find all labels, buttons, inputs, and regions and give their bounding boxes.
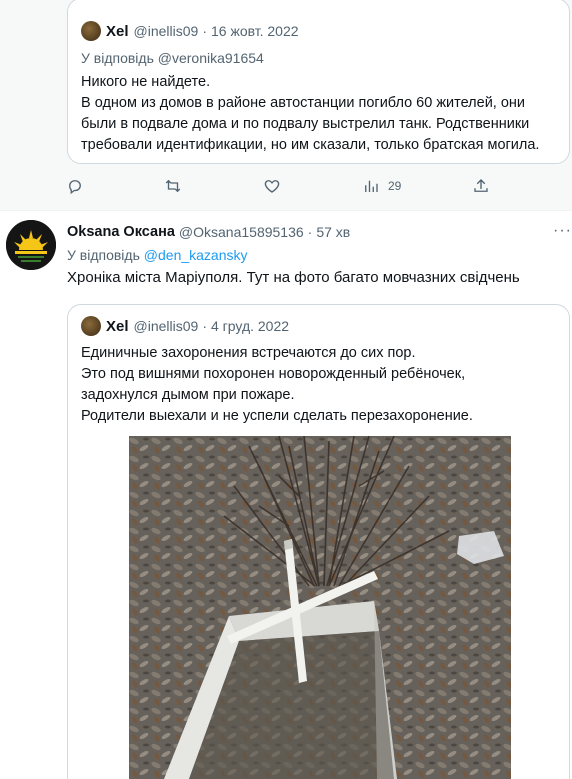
quoted-text-line: были в подвале дома и по подвалу выстрел… xyxy=(81,116,530,132)
tweet-divider xyxy=(0,210,572,211)
retweet-button[interactable] xyxy=(164,177,182,195)
retweet-icon xyxy=(165,179,181,193)
tweet-action-bar: 29 xyxy=(60,177,500,197)
author-handle[interactable]: @Oksana15895136 xyxy=(179,224,304,240)
quoted-date: 16 жовт. 2022 xyxy=(211,23,299,39)
avatar xyxy=(81,21,101,41)
quoted-text-line: Никого не найдете. xyxy=(81,74,211,90)
avatar[interactable] xyxy=(6,220,56,270)
reply-to-label: У відповідь @den_kazansky xyxy=(67,247,248,263)
quoted-text-line: Родители выехали и не успели сделать пер… xyxy=(81,408,473,424)
separator-dot: · xyxy=(307,224,313,240)
quoted-tweet-header: Xel @inellis09 · 4 груд. 2022 xyxy=(81,316,289,336)
grave-photo-image xyxy=(129,436,511,779)
more-options-button[interactable]: ··· xyxy=(553,222,572,240)
quoted-tweet-text: Никого не найдете. В одном из домов в ра… xyxy=(81,72,539,156)
separator-dot: · xyxy=(202,23,207,39)
tweet-time[interactable]: 57 хв xyxy=(316,224,350,240)
quoted-text-line: требовали идентификации, но им сказали, … xyxy=(81,137,540,153)
quoted-tweet-card-top[interactable]: Xel @inellis09 · 16 жовт. 2022 У відпові… xyxy=(67,0,570,164)
tweet-header: Oksana Оксана @Oksana15895136 · 57 хв xyxy=(67,224,350,240)
quoted-date: 4 груд. 2022 xyxy=(211,318,290,334)
reply-button[interactable] xyxy=(66,177,84,195)
views-icon xyxy=(365,180,378,192)
share-button[interactable] xyxy=(472,177,490,195)
quoted-tweet-header: Xel @inellis09 · 16 жовт. 2022 xyxy=(81,21,299,41)
quoted-text-line: В одном из домов в районе автостанции по… xyxy=(81,95,526,111)
reply-prefix: У відповідь xyxy=(67,247,140,263)
sunrise-logo-icon xyxy=(6,220,56,270)
like-button[interactable] xyxy=(263,177,281,195)
quoted-text-line: задохнулся дымом при пожаре. xyxy=(81,387,295,403)
separator-dot: · xyxy=(202,318,207,334)
quoted-tweet-text: Единичные захоронения встречаются до сих… xyxy=(81,343,473,427)
quoted-text-line: Единичные захоронения встречаются до сих… xyxy=(81,345,416,361)
author-name[interactable]: Oksana Оксана xyxy=(67,224,175,240)
quoted-author-handle: @inellis09 xyxy=(133,318,199,334)
reply-to-label: У відповідь @veronika91654 xyxy=(81,50,264,66)
reply-icon xyxy=(69,180,81,195)
quoted-author-name: Xel xyxy=(106,22,129,40)
reply-to-link[interactable]: @den_kazansky xyxy=(144,247,248,263)
avatar xyxy=(81,316,101,336)
quoted-author-name: Xel xyxy=(106,317,129,335)
tweet-text: Хроніка міста Маріуполя. Тут на фото баг… xyxy=(67,269,520,286)
quoted-text-line: Это под вишнями похоронен новорожденный … xyxy=(81,366,466,382)
share-icon xyxy=(474,179,488,192)
views-count: 29 xyxy=(388,179,402,193)
quoted-author-handle: @inellis09 xyxy=(133,23,199,39)
heart-icon xyxy=(264,180,280,193)
grave-photo[interactable] xyxy=(129,436,511,779)
views-button[interactable]: 29 xyxy=(362,177,401,195)
